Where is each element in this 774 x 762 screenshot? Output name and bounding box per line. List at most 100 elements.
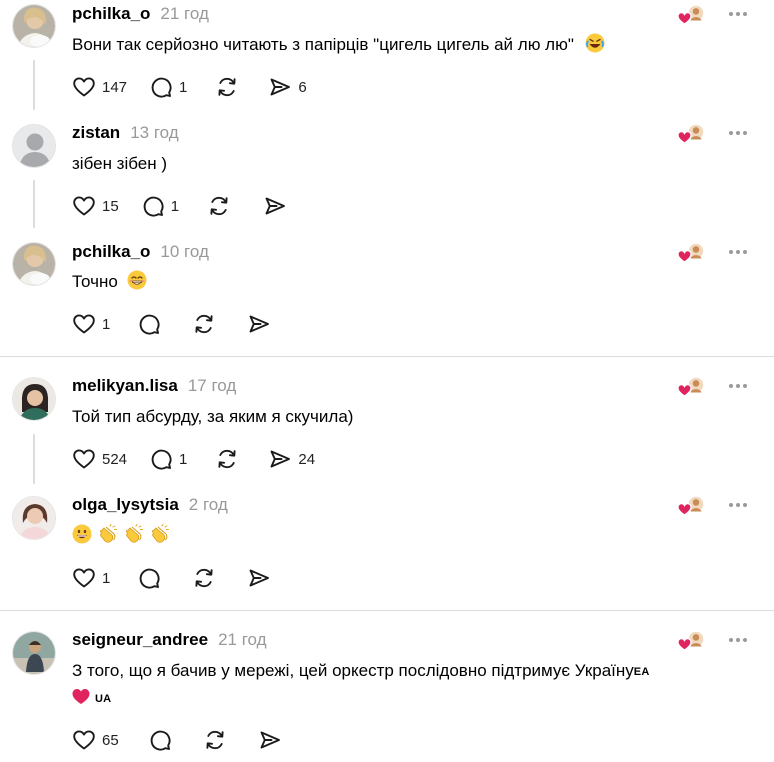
repost-button[interactable] — [192, 566, 216, 590]
timestamp[interactable]: 2 год — [189, 495, 228, 515]
speech-bubble-icon — [149, 75, 173, 99]
reply-button[interactable]: 1 — [141, 194, 179, 218]
reply-count: 1 — [179, 450, 188, 468]
more-dots-icon[interactable] — [726, 376, 750, 396]
avatar[interactable] — [12, 377, 56, 421]
avatar[interactable] — [12, 631, 56, 675]
action-bar: 147 1 6 — [72, 75, 307, 99]
thread-divider — [0, 356, 774, 357]
like-count: 1 — [102, 569, 111, 587]
speech-bubble-icon — [148, 728, 172, 752]
like-button[interactable]: 147 — [72, 75, 127, 99]
paper-plane-icon — [247, 312, 271, 336]
author-liked-heart-icon — [677, 630, 705, 652]
comment-header: olga_lysytsia 2 год — [72, 495, 228, 519]
thread-line — [33, 60, 35, 110]
timestamp[interactable]: 13 год — [130, 123, 178, 143]
repost-button[interactable] — [192, 312, 216, 336]
avatar[interactable] — [12, 496, 56, 540]
paper-plane-icon — [247, 566, 271, 590]
username[interactable]: zistan — [72, 123, 120, 143]
repost-button[interactable] — [215, 75, 239, 99]
clapping-hands-emoji-icon — [150, 524, 170, 544]
more-dots-icon[interactable] — [726, 242, 750, 262]
like-count: 524 — [102, 450, 128, 468]
repost-arrows-icon — [215, 75, 239, 99]
action-bar: 1 — [72, 312, 271, 336]
comment-text: Той тип абсурду, за яким я скучила) — [72, 407, 354, 426]
comment-header: melikyan.lisa 17 год — [72, 376, 236, 400]
repost-arrows-icon — [203, 728, 227, 752]
author-liked-heart-icon — [677, 376, 705, 398]
comment-header: pchilka_o 10 год — [72, 242, 209, 266]
share-button[interactable] — [247, 566, 271, 590]
username[interactable]: pchilka_o — [72, 4, 150, 24]
reply-button[interactable] — [137, 566, 161, 590]
reply-button[interactable]: 1 — [149, 75, 187, 99]
paper-plane-icon — [258, 728, 282, 752]
more-dots-icon[interactable] — [726, 123, 750, 143]
like-button[interactable]: 65 — [72, 728, 119, 752]
flag-text: EA — [633, 666, 650, 678]
repost-button[interactable] — [207, 194, 231, 218]
username[interactable]: olga_lysytsia — [72, 495, 179, 515]
author-liked-heart-icon — [677, 495, 705, 517]
action-bar: 65 — [72, 728, 282, 752]
thread-line — [33, 180, 35, 228]
heart-outline-icon — [72, 194, 96, 218]
username[interactable]: pchilka_o — [72, 242, 150, 262]
repost-button[interactable] — [203, 728, 227, 752]
share-button[interactable] — [247, 312, 271, 336]
comment-text — [72, 520, 174, 551]
reply-button[interactable] — [148, 728, 172, 752]
avatar[interactable] — [12, 242, 56, 286]
speech-bubble-icon — [149, 447, 173, 471]
comment-text: Точно — [72, 266, 151, 297]
author-liked-heart-icon — [677, 4, 705, 26]
avatar[interactable] — [12, 4, 56, 48]
share-button[interactable] — [263, 194, 287, 218]
speech-bubble-icon — [137, 566, 161, 590]
share-button[interactable]: 24 — [268, 447, 315, 471]
timestamp[interactable]: 10 год — [160, 242, 208, 262]
more-dots-icon[interactable] — [726, 495, 750, 515]
like-button[interactable]: 15 — [72, 194, 119, 218]
share-count: 6 — [298, 78, 307, 96]
action-bar: 524 1 24 — [72, 447, 315, 471]
red-heart-emoji-icon — [72, 689, 90, 704]
share-button[interactable] — [258, 728, 282, 752]
heart-outline-icon — [72, 75, 96, 99]
paper-plane-icon — [268, 75, 292, 99]
timestamp[interactable]: 17 год — [188, 376, 236, 396]
heart-outline-icon — [72, 728, 96, 752]
repost-arrows-icon — [192, 566, 216, 590]
repost-button[interactable] — [215, 447, 239, 471]
heart-outline-icon — [72, 447, 96, 471]
like-button[interactable]: 1 — [72, 566, 110, 590]
username[interactable]: melikyan.lisa — [72, 376, 178, 396]
comment-header: pchilka_o 21 год — [72, 4, 209, 28]
action-bar: 15 1 — [72, 194, 287, 218]
reply-button[interactable] — [137, 312, 161, 336]
comment-text-continued: UA — [72, 682, 111, 715]
comment-text: Вони так серйозно читають з папірців "ци… — [72, 29, 609, 60]
action-bar: 1 — [72, 566, 271, 590]
like-count: 15 — [102, 197, 119, 215]
reply-button[interactable]: 1 — [149, 447, 187, 471]
clapping-hands-emoji-icon — [98, 524, 118, 544]
like-button[interactable]: 1 — [72, 312, 110, 336]
avatar[interactable] — [12, 124, 56, 168]
flag-text: UA — [95, 693, 112, 705]
repost-arrows-icon — [207, 194, 231, 218]
like-count: 1 — [102, 315, 111, 333]
comment-header: seigneur_andree 21 год — [72, 630, 267, 654]
timestamp[interactable]: 21 год — [218, 630, 266, 650]
timestamp[interactable]: 21 год — [160, 4, 208, 24]
more-dots-icon[interactable] — [726, 4, 750, 24]
repost-arrows-icon — [215, 447, 239, 471]
more-dots-icon[interactable] — [726, 630, 750, 650]
username[interactable]: seigneur_andree — [72, 630, 208, 650]
beaming-face-emoji-icon — [127, 270, 147, 290]
share-button[interactable]: 6 — [268, 75, 307, 99]
like-button[interactable]: 524 — [72, 447, 127, 471]
